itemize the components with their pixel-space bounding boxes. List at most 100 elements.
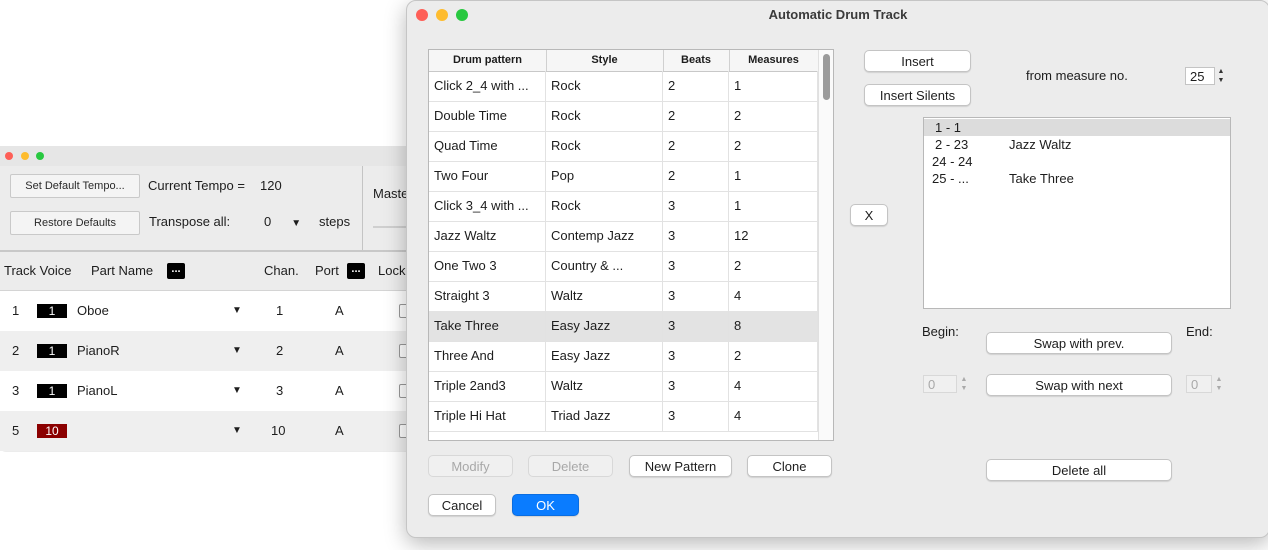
dropdown-arrow-icon[interactable]: ▼ xyxy=(232,331,242,371)
drum-pattern-table: Drum pattern Style Beats Measures Click … xyxy=(428,49,834,441)
dropdown-arrow-icon[interactable]: ▼ xyxy=(232,411,242,451)
measure-range: 24 - 24 xyxy=(932,154,973,169)
dialog-title: Automatic Drum Track xyxy=(768,7,908,22)
table-row[interactable]: Triple Hi Hat Triad Jazz 3 4 xyxy=(429,401,818,432)
scrollbar-thumb[interactable] xyxy=(823,54,830,100)
steps-label: steps xyxy=(319,214,351,229)
beats-cell: 2 xyxy=(663,131,729,161)
beats-cell: 3 xyxy=(663,401,729,431)
table-row[interactable]: Three And Easy Jazz 3 2 xyxy=(429,341,818,372)
track-voice-box[interactable]: 1 xyxy=(37,384,67,398)
table-row[interactable]: One Two 3 Country & ... 3 2 xyxy=(429,251,818,282)
channel-value: 2 xyxy=(276,343,284,358)
table-row[interactable]: Straight 3 Waltz 3 4 xyxy=(429,281,818,312)
table-row[interactable]: Quad Time Rock 2 2 xyxy=(429,131,818,162)
list-item[interactable]: 25 - ... Take Three xyxy=(924,170,1230,187)
style-cell: Easy Jazz xyxy=(546,341,663,371)
table-row[interactable]: Jazz Waltz Contemp Jazz 3 12 xyxy=(429,221,818,252)
table-row[interactable]: Triple 2and3 Waltz 3 4 xyxy=(429,371,818,402)
restore-defaults-button[interactable]: Restore Defaults xyxy=(10,211,140,235)
table-row[interactable]: Take Three Easy Jazz 3 8 xyxy=(429,311,818,342)
swap-with-next-button[interactable]: Swap with next xyxy=(986,374,1172,396)
column-header-beats[interactable]: Beats xyxy=(663,50,730,71)
style-cell: Rock xyxy=(546,191,663,221)
transpose-select[interactable]: 0 ▼ xyxy=(264,214,301,229)
part-name[interactable]: PianoL xyxy=(77,371,117,411)
delete-all-button[interactable]: Delete all xyxy=(986,459,1172,481)
close-window-icon[interactable] xyxy=(5,152,13,160)
port-options-button[interactable]: ... xyxy=(347,263,365,279)
style-cell: Contemp Jazz xyxy=(546,221,663,251)
insert-silents-button[interactable]: Insert Silents xyxy=(864,84,971,106)
new-pattern-button[interactable]: New Pattern xyxy=(629,455,732,477)
track-voice-box[interactable]: 1 xyxy=(37,304,67,318)
current-tempo-value: 120 xyxy=(260,178,282,193)
pattern-name-cell: Triple Hi Hat xyxy=(429,401,546,431)
pattern-name-cell: Triple 2and3 xyxy=(429,371,546,401)
port-value: A xyxy=(335,343,344,358)
table-scrollbar[interactable] xyxy=(818,50,833,440)
master-label: Maste xyxy=(373,186,409,201)
track-window-titlebar xyxy=(0,146,420,166)
lock-header: Lock xyxy=(378,263,406,278)
begin-input[interactable]: 0 xyxy=(923,375,957,393)
set-default-tempo-button[interactable]: Set Default Tempo... xyxy=(10,174,140,198)
track-voice-box[interactable]: 1 xyxy=(37,344,67,358)
remove-assignment-button[interactable]: X xyxy=(850,204,888,226)
column-header-measures[interactable]: Measures xyxy=(729,50,818,71)
track-row[interactable]: 1 1 Oboe ▼ 1 A xyxy=(0,291,420,331)
list-item[interactable]: 1 - 1 xyxy=(924,119,1230,136)
swap-with-prev-button[interactable]: Swap with prev. xyxy=(986,332,1172,354)
pattern-name-cell: One Two 3 xyxy=(429,251,546,281)
table-row[interactable]: Click 3_4 with ... Rock 3 1 xyxy=(429,191,818,222)
list-item[interactable]: 24 - 24 xyxy=(924,153,1230,170)
measure-range: 25 - ... xyxy=(932,171,969,186)
delete-button[interactable]: Delete xyxy=(528,455,613,477)
track-row[interactable]: 2 1 PianoR ▼ 2 A xyxy=(0,331,420,371)
modify-button[interactable]: Modify xyxy=(428,455,513,477)
track-row[interactable]: 3 1 PianoL ▼ 3 A xyxy=(0,371,420,411)
table-row[interactable]: Click 2_4 with ... Rock 2 1 xyxy=(429,71,818,102)
minimize-window-icon[interactable] xyxy=(21,152,29,160)
style-cell: Waltz xyxy=(546,371,663,401)
pattern-name-cell: Click 2_4 with ... xyxy=(429,71,546,101)
measures-cell: 8 xyxy=(729,311,818,341)
track-row[interactable]: 5 10 ▼ 10 A xyxy=(0,411,420,451)
part-name[interactable]: Oboe xyxy=(77,291,109,331)
beats-cell: 3 xyxy=(663,251,729,281)
from-measure-input[interactable]: 25 xyxy=(1185,67,1215,85)
clone-button[interactable]: Clone xyxy=(747,455,832,477)
part-name-options-button[interactable]: ... xyxy=(167,263,185,279)
assigned-pattern: Take Three xyxy=(1009,171,1074,186)
column-header-style[interactable]: Style xyxy=(546,50,664,71)
stepper-arrows-icon[interactable]: ▲ ▼ xyxy=(1216,67,1226,85)
divider xyxy=(362,166,363,250)
part-name-header: Part Name xyxy=(91,263,154,278)
stepper-arrows-icon[interactable]: ▲ ▼ xyxy=(1214,375,1224,393)
measures-cell: 12 xyxy=(729,221,818,251)
beats-cell: 2 xyxy=(663,71,729,101)
stepper-arrows-icon[interactable]: ▲ ▼ xyxy=(959,375,969,393)
dropdown-arrow-icon[interactable]: ▼ xyxy=(232,371,242,411)
style-cell: Rock xyxy=(546,71,663,101)
track-number: 1 xyxy=(12,303,20,318)
cancel-button[interactable]: Cancel xyxy=(428,494,496,516)
list-item[interactable]: 2 - 23 Jazz Waltz xyxy=(924,136,1230,153)
zoom-window-icon[interactable] xyxy=(36,152,44,160)
part-name[interactable]: PianoR xyxy=(77,331,120,371)
end-input[interactable]: 0 xyxy=(1186,375,1212,393)
pattern-name-cell: Two Four xyxy=(429,161,546,191)
beats-cell: 3 xyxy=(663,221,729,251)
dropdown-arrow-icon[interactable]: ▼ xyxy=(232,291,242,331)
channel-value: 10 xyxy=(271,423,286,438)
table-row[interactable]: Double Time Rock 2 2 xyxy=(429,101,818,132)
table-row[interactable]: Two Four Pop 2 1 xyxy=(429,161,818,192)
track-voice-header: Track Voice xyxy=(4,263,72,278)
track-voice-box[interactable]: 10 xyxy=(37,424,67,438)
column-header-pattern[interactable]: Drum pattern xyxy=(429,50,547,71)
insert-button[interactable]: Insert xyxy=(864,50,971,72)
beats-cell: 3 xyxy=(663,341,729,371)
beats-cell: 3 xyxy=(663,311,729,341)
ok-button[interactable]: OK xyxy=(512,494,579,516)
style-cell: Waltz xyxy=(546,281,663,311)
